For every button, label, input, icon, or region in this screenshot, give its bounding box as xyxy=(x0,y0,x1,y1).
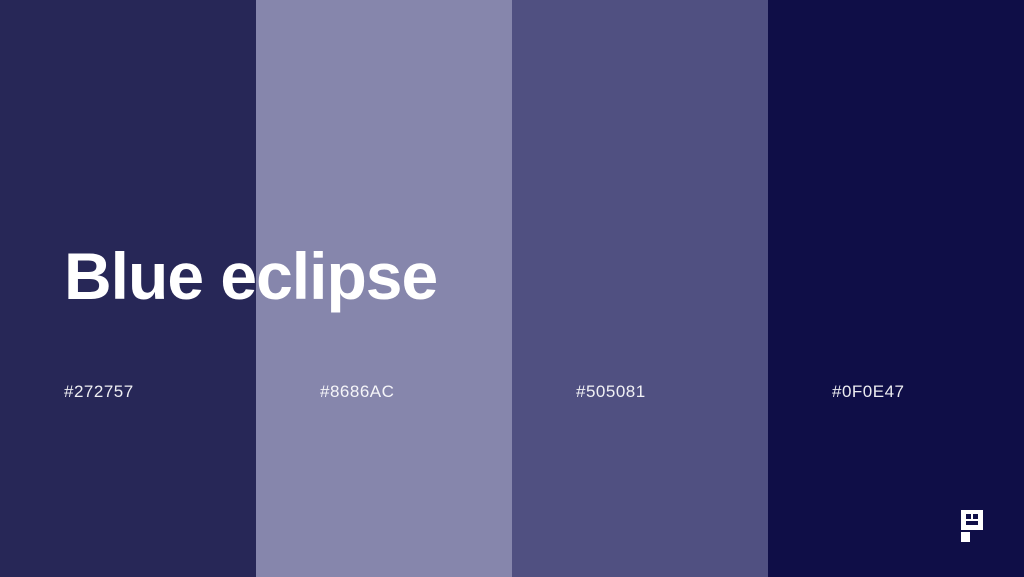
swatch-4-code: #0F0E47 xyxy=(832,382,905,401)
brand-logo-icon xyxy=(961,510,983,542)
swatch-3: #505081 xyxy=(512,0,768,577)
swatch-2-code: #8686AC xyxy=(320,382,395,401)
color-palette: #272757 #8686AC #505081 #0F0E47 Blue ecl… xyxy=(0,0,1024,577)
palette-title: Blue eclipse xyxy=(64,239,438,313)
swatch-4: #0F0E47 xyxy=(768,0,1024,577)
swatch-1-code: #272757 xyxy=(64,382,134,401)
swatch-3-code: #505081 xyxy=(576,382,646,401)
